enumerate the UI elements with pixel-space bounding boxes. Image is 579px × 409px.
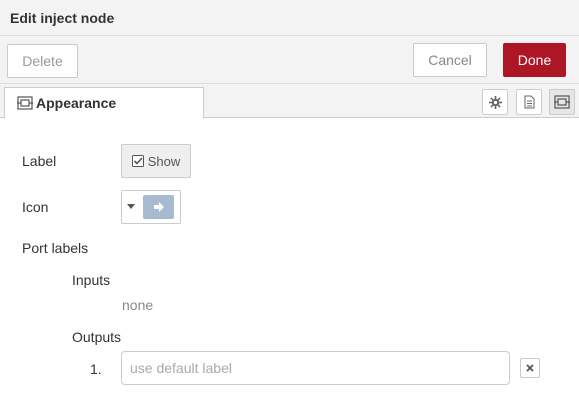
tray-toolbar: Delete Cancel Done [0, 36, 579, 84]
label-field-label: Label [22, 153, 57, 169]
description-tab-button[interactable] [516, 89, 542, 115]
outputs-label: Outputs [72, 329, 122, 345]
cancel-button[interactable]: Cancel [413, 43, 487, 77]
done-button[interactable]: Done [503, 43, 566, 77]
settings-tab-button[interactable] [482, 89, 508, 115]
output-label-input[interactable] [121, 351, 510, 385]
tray-header: Edit inject node [0, 0, 579, 36]
inputs-label: Inputs [72, 272, 111, 288]
checkbox-checked-icon [131, 155, 144, 167]
icon-field-label: Icon [22, 199, 49, 215]
appearance-icon [17, 96, 33, 110]
appearance-icon [554, 95, 570, 109]
tab-appearance[interactable]: Appearance [4, 87, 204, 119]
output-index: 1. [90, 361, 102, 377]
inputs-none-text: none [122, 297, 154, 313]
show-label: Show [147, 153, 181, 169]
tab-label: Appearance [36, 95, 117, 111]
document-icon [524, 95, 535, 109]
tab-bar: Appearance [0, 84, 579, 119]
caret-down-icon [127, 204, 135, 209]
clear-output-label-button[interactable] [520, 358, 540, 378]
appearance-tab-button[interactable] [549, 89, 575, 115]
tray-title: Edit inject node [10, 10, 115, 26]
close-icon [526, 364, 534, 372]
icon-picker[interactable] [121, 190, 181, 224]
show-label-toggle[interactable]: Show [121, 144, 191, 178]
port-labels-heading: Port labels [22, 240, 89, 256]
gear-icon [488, 95, 502, 109]
delete-button[interactable]: Delete [7, 44, 78, 78]
inject-node-icon [143, 195, 174, 219]
